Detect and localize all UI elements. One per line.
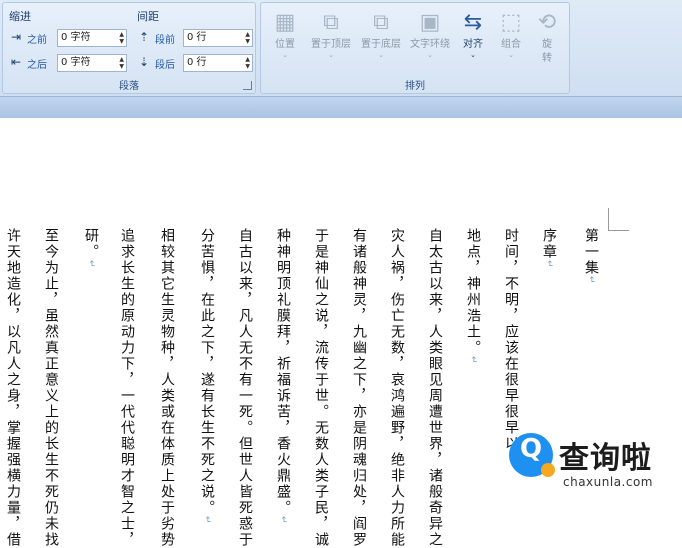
spacing-before-label: 段前: [155, 35, 175, 46]
spacing-after-spinner[interactable]: 0 行 ▲ ▼: [183, 54, 253, 72]
watermark-logo-accent: [541, 463, 555, 477]
paragraph-mark-icon: ↵: [278, 516, 288, 526]
spacing-before-spinner[interactable]: 0 行 ▲ ▼: [183, 29, 253, 47]
text-column: 许天地造化，以凡人之身，掌握强横力量，借: [5, 228, 21, 548]
indent-after-row: ⇤ 之后 0 字符 ▲ ▼: [9, 54, 133, 72]
spinner-arrows-icon[interactable]: ▲ ▼: [245, 56, 250, 70]
text-column: 灾人祸，伤亡无数，哀鸿遍野，绝非人力所能: [389, 228, 405, 548]
watermark-q-glyph: Q: [519, 434, 543, 464]
dialog-launcher-icon[interactable]: [243, 81, 252, 90]
ribbon-empty-area: [574, 2, 680, 94]
indent-before-label: 之前: [27, 35, 47, 46]
indent-right-icon: ⇤: [10, 55, 22, 69]
send-to-back-label: 置于底层: [361, 39, 401, 50]
text-wrap-icon: ▣: [419, 10, 441, 35]
spacing-after-row: ⇣ 段后 0 行 ▲ ▼: [137, 54, 253, 72]
rotate-button[interactable]: ⟲ 旋 转: [525, 7, 569, 75]
spinner-arrows-icon[interactable]: ▲ ▼: [119, 31, 124, 45]
text-wrap-label: 文字环绕: [410, 39, 450, 50]
indent-after-label: 之后: [27, 60, 47, 71]
indent-before-value: 0 字符: [61, 32, 91, 43]
paragraph-mark-icon: ↵: [586, 276, 596, 286]
indent-before-row: ⇥ 之前 0 字符 ▲ ▼: [9, 29, 133, 47]
text-column: 种神明顶礼膜拜，祈福诉苦，香火鼎盛。↵: [275, 228, 291, 526]
text-column: 自古以来，凡人无不有一死。但世人皆死惑于: [237, 228, 253, 548]
arrange-group: ▦ 位置 ⌄ ⧉ 置于顶层 ⌄ ⧉ 置于底层 ⌄ ▣ 文字环绕 ⌄ ⇆ 对齐 ⌄…: [260, 2, 570, 94]
chevron-down-icon: ⌄: [378, 51, 384, 59]
paragraph-group-title: 段落: [119, 81, 139, 92]
arrange-group-title: 排列: [405, 81, 425, 92]
text-column: 自太古以来，人类眼见周遭世界，诸般奇异之: [427, 228, 443, 548]
text-column: 分苦惧，在此之下，遂有长生不死之说。↵: [199, 228, 215, 526]
ribbon: 缩进 间距 ⇥ 之前 0 字符 ▲ ▼ ⇤ 之后 0 字符 ▲ ▼ ⇡ 段前 0 行…: [0, 0, 682, 97]
send-to-back-button[interactable]: ⧉ 置于底层 ⌄: [355, 7, 407, 75]
text-column: 地点，神州浩土。↵: [465, 228, 481, 366]
page-corner-mark: [608, 208, 629, 231]
text-column: 序章↵: [541, 228, 557, 270]
chaxunla-watermark: Q 查询啦 chaxunla.com: [503, 427, 679, 497]
chevron-down-icon: ⌄: [282, 51, 288, 59]
text-column: 有诸般神灵，九幽之下，亦是阴魂归处，阎罗: [351, 228, 367, 548]
position-button[interactable]: ▦ 位置 ⌄: [263, 7, 307, 75]
text-wrap-button[interactable]: ▣ 文字环绕 ⌄: [405, 7, 455, 75]
text-column: 时间，不明，应该在很早很早以: [503, 228, 519, 452]
align-icon: ⇆: [463, 10, 483, 35]
bring-to-front-icon: ⧉: [323, 10, 339, 35]
paragraph-mark-icon: ↵: [202, 516, 212, 526]
position-icon: ▦: [274, 10, 296, 35]
indent-before-spinner[interactable]: 0 字符 ▲ ▼: [57, 29, 127, 47]
bring-to-front-button[interactable]: ⧉ 置于顶层 ⌄: [305, 7, 357, 75]
indent-left-icon: ⇥: [10, 30, 22, 44]
indent-section-label: 缩进: [9, 10, 31, 23]
text-column: 第一集↵: [583, 228, 599, 286]
text-column: 于是神仙之说，流传于世。无数人类子民，诚: [313, 228, 329, 548]
watermark-url: chaxunla.com: [563, 475, 653, 489]
text-column: 至今为止，虽然真正意义上的长生不死仍未找: [43, 228, 59, 548]
spacing-section-label: 间距: [137, 10, 159, 23]
paragraph-group: 缩进 间距 ⇥ 之前 0 字符 ▲ ▼ ⇤ 之后 0 字符 ▲ ▼ ⇡ 段前 0 行…: [2, 2, 256, 94]
spacing-before-row: ⇡ 段前 0 行 ▲ ▼: [137, 29, 253, 47]
position-label: 位置: [275, 39, 295, 50]
spacing-before-icon: ⇡: [138, 30, 150, 44]
indent-after-spinner[interactable]: 0 字符 ▲ ▼: [57, 54, 127, 72]
rotate-icon: ⟲: [537, 10, 557, 35]
rotate-label: 旋: [542, 39, 552, 50]
paragraph-mark-icon: ↵: [86, 260, 96, 270]
chevron-down-icon: ⌄: [328, 51, 334, 59]
send-to-back-icon: ⧉: [373, 10, 389, 35]
text-column: 相较其它生灵物种，人类或在体质上处于劣势: [159, 228, 175, 548]
paragraph-mark-icon: ↵: [468, 356, 478, 366]
spacing-after-icon: ⇣: [138, 55, 150, 69]
spacing-after-value: 0 行: [187, 57, 207, 68]
spacing-after-label: 段后: [155, 60, 175, 71]
watermark-title: 查询啦: [559, 441, 652, 476]
indent-after-value: 0 字符: [61, 57, 91, 68]
rotate-label-2: 转: [542, 53, 552, 64]
bring-to-front-label: 置于顶层: [311, 39, 351, 50]
spacing-before-value: 0 行: [187, 32, 207, 43]
spinner-arrows-icon[interactable]: ▲ ▼: [119, 56, 124, 70]
chevron-down-icon: ⌄: [427, 51, 433, 59]
group-icon: ⬚: [500, 10, 522, 35]
text-column: 追求长生的原动力下，一代代聪明才智之士，: [119, 228, 135, 548]
ribbon-bottom-band: [0, 97, 682, 118]
spinner-arrows-icon[interactable]: ▲ ▼: [245, 31, 250, 45]
paragraph-mark-icon: ↵: [544, 260, 554, 270]
text-column: 研。↵: [83, 228, 99, 270]
